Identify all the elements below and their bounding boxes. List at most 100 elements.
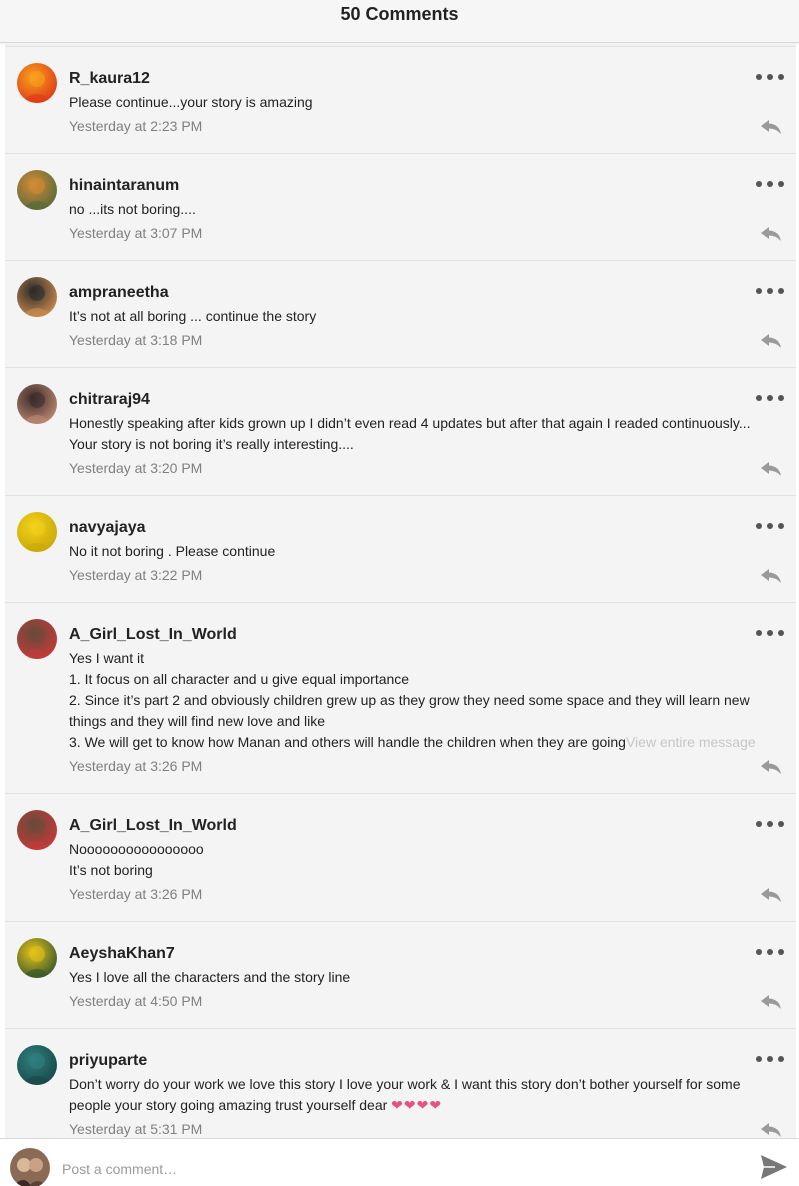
commenter-avatar[interactable] — [17, 63, 57, 103]
comment-text-content: Yes I want it — [69, 650, 144, 666]
more-dots-icon — [778, 395, 784, 401]
comment-text-content: Please continue...your story is amazing — [69, 94, 313, 110]
comment-username[interactable]: ampraneetha — [69, 283, 796, 303]
more-dots-icon — [767, 395, 773, 401]
more-dots-icon — [778, 630, 784, 636]
heart-emoji-icon: ❤❤❤❤ — [391, 1097, 443, 1113]
commenter-avatar[interactable] — [17, 170, 57, 210]
commenter-avatar[interactable] — [17, 938, 57, 978]
comment-text-content: Noooooooooooooooo — [69, 841, 204, 857]
comment-text-line: Please continue...your story is amazing — [69, 92, 768, 113]
comment-item: A_Girl_Lost_In_World Noooooooooooooooo It’… — [5, 794, 796, 922]
comment-text: Noooooooooooooooo It’s not boring — [69, 839, 796, 881]
more-options-button[interactable] — [756, 941, 784, 963]
more-dots-icon — [767, 74, 773, 80]
more-dots-icon — [778, 181, 784, 187]
comment-timestamp: Yesterday at 2:23 PM — [69, 118, 203, 134]
more-options-button[interactable] — [756, 280, 784, 302]
comments-count-title: 50 Comments — [340, 4, 459, 24]
comment-text: Yes I love all the characters and the st… — [69, 967, 796, 988]
more-dots-icon — [778, 523, 784, 529]
comment-text-line: Yes I want it — [69, 648, 768, 669]
couple-avatar-icon — [17, 810, 57, 850]
send-button[interactable] — [759, 1153, 789, 1181]
comment-text: Don’t worry do your work we love this st… — [69, 1074, 796, 1116]
comment-text: Yes I want it 1. It focus on all characte… — [69, 648, 796, 753]
more-options-button[interactable] — [756, 387, 784, 409]
comment-text-content: It’s not boring — [69, 862, 153, 878]
comment-username[interactable]: A_Girl_Lost_In_World — [69, 625, 796, 645]
comment-text-content: Honestly speaking after kids grown up I … — [69, 415, 751, 431]
more-dots-icon — [767, 181, 773, 187]
commenter-avatar[interactable] — [17, 619, 57, 659]
view-entire-message-link[interactable]: View entire message — [626, 734, 756, 750]
comments-list[interactable]: R_kaura12 Please continue...your story is… — [5, 44, 796, 1138]
commenter-avatar[interactable] — [17, 810, 57, 850]
reply-button[interactable] — [760, 119, 782, 135]
commenter-avatar[interactable] — [17, 1045, 57, 1085]
reply-button[interactable] — [760, 994, 782, 1010]
comment-item: AeyshaKhan7 Yes I love all the characters… — [5, 922, 796, 1029]
more-dots-icon — [756, 949, 762, 955]
comment-username[interactable]: AeyshaKhan7 — [69, 944, 796, 964]
more-options-button[interactable] — [756, 66, 784, 88]
comment-text-content: Yes I love all the characters and the st… — [69, 969, 351, 985]
comment-text-line: Don’t worry do your work we love this st… — [69, 1074, 768, 1116]
comment-timestamp: Yesterday at 5:31 PM — [69, 1121, 203, 1137]
reply-icon — [761, 569, 781, 583]
reply-button[interactable] — [760, 226, 782, 242]
comment-timestamp: Yesterday at 3:18 PM — [69, 332, 203, 348]
commenter-avatar[interactable] — [17, 384, 57, 424]
reply-button[interactable] — [760, 887, 782, 903]
comment-text-line: Yes I love all the characters and the st… — [69, 967, 768, 988]
couple-avatar-icon — [17, 384, 57, 424]
reply-icon — [761, 462, 781, 476]
commenter-avatar[interactable] — [17, 512, 57, 552]
more-dots-icon — [767, 1056, 773, 1062]
reply-button[interactable] — [760, 461, 782, 477]
comment-timestamp: Yesterday at 3:20 PM — [69, 460, 203, 476]
reply-button[interactable] — [760, 759, 782, 775]
comment-username[interactable]: R_kaura12 — [69, 69, 796, 89]
more-options-button[interactable] — [756, 813, 784, 835]
comment-text-content: Your story is not boring it’s really int… — [69, 436, 354, 452]
comment-username[interactable]: hinaintaranum — [69, 176, 796, 196]
more-dots-icon — [767, 523, 773, 529]
more-dots-icon — [778, 74, 784, 80]
comment-item: navyajaya No it not boring . Please conti… — [5, 496, 796, 603]
more-dots-icon — [778, 949, 784, 955]
comment-username[interactable]: chitraraj94 — [69, 390, 796, 410]
comment-input[interactable] — [62, 1151, 732, 1186]
send-icon — [761, 1155, 787, 1179]
comment-text-line: Your story is not boring it’s really int… — [69, 434, 768, 455]
comment-timestamp: Yesterday at 4:50 PM — [69, 993, 203, 1009]
current-user-avatar[interactable] — [10, 1148, 50, 1186]
comment-text: Please continue...your story is amazing — [69, 92, 796, 113]
more-dots-icon — [767, 288, 773, 294]
more-options-button[interactable] — [756, 1048, 784, 1070]
reply-button[interactable] — [760, 568, 782, 584]
comment-item: chitraraj94 Honestly speaking after kids … — [5, 368, 796, 496]
comment-text: Honestly speaking after kids grown up I … — [69, 413, 796, 455]
comment-item: ampraneetha It’s not at all boring ... co… — [5, 261, 796, 368]
comment-item: R_kaura12 Please continue...your story is… — [5, 47, 796, 154]
comment-text-content: no ...its not boring.... — [69, 201, 196, 217]
more-dots-icon — [767, 630, 773, 636]
comment-item: priyuparte Don’t worry do your work we lo… — [5, 1029, 796, 1138]
more-options-button[interactable] — [756, 622, 784, 644]
more-options-button[interactable] — [756, 515, 784, 537]
more-options-button[interactable] — [756, 173, 784, 195]
comment-username[interactable]: A_Girl_Lost_In_World — [69, 816, 796, 836]
commenter-avatar[interactable] — [17, 277, 57, 317]
comment-text-content: 1. It focus on all character and u give … — [69, 671, 410, 687]
reply-button[interactable] — [760, 1122, 782, 1138]
comment-username[interactable]: navyajaya — [69, 518, 796, 538]
comment-composer — [0, 1138, 799, 1186]
more-dots-icon — [756, 181, 762, 187]
comment-text-line: 3. We will get to know how Manan and oth… — [69, 732, 768, 753]
user-avatar-icon — [10, 1148, 50, 1186]
more-dots-icon — [756, 395, 762, 401]
comment-text-line: It’s not boring — [69, 860, 768, 881]
comment-username[interactable]: priyuparte — [69, 1051, 796, 1071]
reply-button[interactable] — [760, 333, 782, 349]
